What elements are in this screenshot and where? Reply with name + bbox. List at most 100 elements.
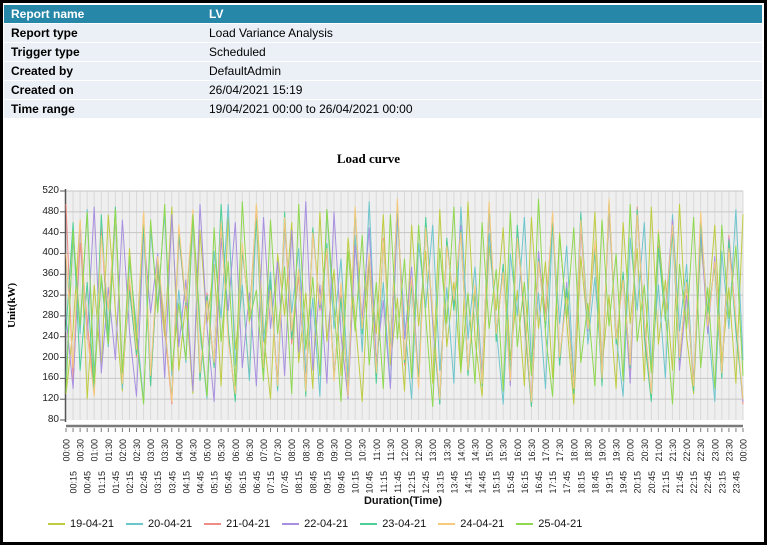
legend-swatch	[204, 523, 221, 525]
legend-item: 22-04-21	[282, 518, 348, 530]
table-row: Created on 26/04/2021 15:19	[4, 81, 762, 100]
x-tick-label: 05:00	[203, 439, 213, 462]
x-tick-label: 03:30	[160, 439, 170, 462]
x-tick-label: 14:45	[478, 471, 488, 494]
x-tick-label: 17:00	[541, 439, 551, 462]
x-tick-label: 16:30	[527, 439, 537, 462]
row-value: LV	[209, 7, 762, 21]
x-tick-label: 02:15	[125, 471, 135, 494]
x-tick-label: 18:45	[590, 471, 600, 494]
y-axis-title: Unit(kW)	[6, 191, 18, 420]
x-tick-label: 12:30	[414, 439, 424, 462]
x-tick-label: 14:00	[456, 439, 466, 462]
x-tick-label: 00:00	[62, 439, 72, 462]
x-tick-label: 11:15	[379, 471, 389, 493]
x-tick-label: 14:15	[463, 471, 473, 494]
x-tick-label: 17:15	[548, 471, 558, 494]
row-label: Created by	[4, 64, 209, 78]
x-tick-label: 05:45	[224, 471, 234, 494]
legend-item: 19-04-21	[48, 518, 114, 530]
legend-swatch	[126, 523, 143, 525]
x-tick-label: 12:00	[400, 439, 410, 462]
plot-svg	[53, 186, 750, 438]
x-tick-label: 12:45	[421, 471, 431, 494]
x-tick-label: 13:45	[449, 471, 459, 494]
legend-swatch	[438, 523, 455, 525]
x-tick-label: 06:00	[231, 439, 241, 462]
x-tick-label: 00:45	[83, 471, 93, 494]
table-row: Report name LV	[4, 5, 762, 24]
x-tick-label: 06:15	[238, 471, 248, 494]
x-tick-label: 09:15	[322, 471, 332, 494]
x-tick-label: 18:15	[576, 471, 586, 494]
x-tick-label: 23:15	[717, 471, 727, 494]
x-tick-label: 23:30	[724, 439, 734, 462]
x-tick-label: 15:45	[506, 471, 516, 494]
x-tick-label: 16:45	[534, 471, 544, 494]
legend-item: 20-04-21	[126, 518, 192, 530]
legend-label: 25-04-21	[538, 518, 582, 530]
x-tick-label: 00:00	[739, 439, 749, 462]
x-tick-label: 20:15	[633, 471, 643, 494]
x-tick-label: 22:30	[696, 439, 706, 462]
x-tick-label: 19:00	[597, 439, 607, 462]
x-tick-label: 02:00	[118, 439, 128, 462]
x-tick-label: 11:00	[372, 439, 382, 461]
row-label: Trigger type	[4, 45, 209, 59]
x-tick-label: 10:00	[344, 439, 354, 462]
x-tick-label: 14:30	[471, 439, 481, 462]
row-label: Time range	[4, 102, 209, 116]
x-tick-label: 05:30	[217, 439, 227, 462]
x-tick-label: 19:15	[605, 471, 615, 494]
legend-label: 24-04-21	[460, 518, 504, 530]
x-tick-label: 09:30	[329, 439, 339, 462]
x-tick-label: 04:00	[174, 439, 184, 462]
x-tick-label: 13:15	[435, 471, 445, 494]
chart-title: Load curve	[23, 151, 714, 167]
legend-item: 21-04-21	[204, 518, 270, 530]
legend-swatch	[48, 523, 65, 525]
x-tick-label: 21:30	[668, 439, 678, 462]
legend-item: 23-04-21	[360, 518, 426, 530]
legend-item: 25-04-21	[516, 518, 582, 530]
x-tick-label: 08:00	[287, 439, 297, 462]
x-tick-label: 22:00	[682, 439, 692, 462]
x-tick-label: 00:30	[76, 439, 86, 462]
x-tick-label: 11:30	[386, 439, 396, 461]
x-tick-label: 16:15	[520, 471, 530, 494]
x-tick-label: 03:00	[146, 439, 156, 462]
x-tick-label: 08:30	[301, 439, 311, 462]
report-info-table: Report name LV Report type Load Variance…	[4, 5, 762, 119]
table-row: Report type Load Variance Analysis	[4, 24, 762, 43]
x-tick-label: 23:00	[710, 439, 720, 462]
x-tick-label: 22:15	[689, 471, 699, 494]
x-tick-label: 17:45	[562, 471, 572, 494]
x-tick-label: 09:45	[337, 471, 347, 494]
x-tick-label: 07:30	[273, 439, 283, 462]
legend-label: 22-04-21	[304, 518, 348, 530]
x-tick-label: 15:00	[485, 439, 495, 462]
x-tick-label: 15:15	[492, 471, 502, 494]
x-tick-label: 04:15	[181, 471, 191, 494]
x-tick-label: 23:45	[731, 471, 741, 494]
x-tick-label: 13:30	[442, 439, 452, 462]
row-value: 19/04/2021 00:00 to 26/04/2021 00:00	[209, 102, 762, 116]
x-tick-label: 08:45	[308, 471, 318, 494]
x-tick-label: 04:30	[188, 439, 198, 462]
legend-swatch	[360, 523, 377, 525]
x-tick-label: 04:45	[195, 471, 205, 494]
x-tick-label: 16:00	[513, 439, 523, 462]
legend-label: 23-04-21	[382, 518, 426, 530]
x-tick-label: 19:45	[619, 471, 629, 494]
x-tick-label: 01:15	[97, 471, 107, 494]
x-tick-label: 12:15	[407, 471, 417, 494]
legend-swatch	[516, 523, 533, 525]
row-value: Load Variance Analysis	[209, 26, 762, 40]
x-tick-label: 06:30	[245, 439, 255, 462]
legend-label: 19-04-21	[70, 518, 114, 530]
x-tick-label: 02:30	[132, 439, 142, 462]
x-tick-label: 20:00	[626, 439, 636, 462]
x-tick-label: 05:15	[210, 471, 220, 494]
row-value: DefaultAdmin	[209, 64, 762, 78]
x-tick-label: 20:45	[647, 471, 657, 494]
